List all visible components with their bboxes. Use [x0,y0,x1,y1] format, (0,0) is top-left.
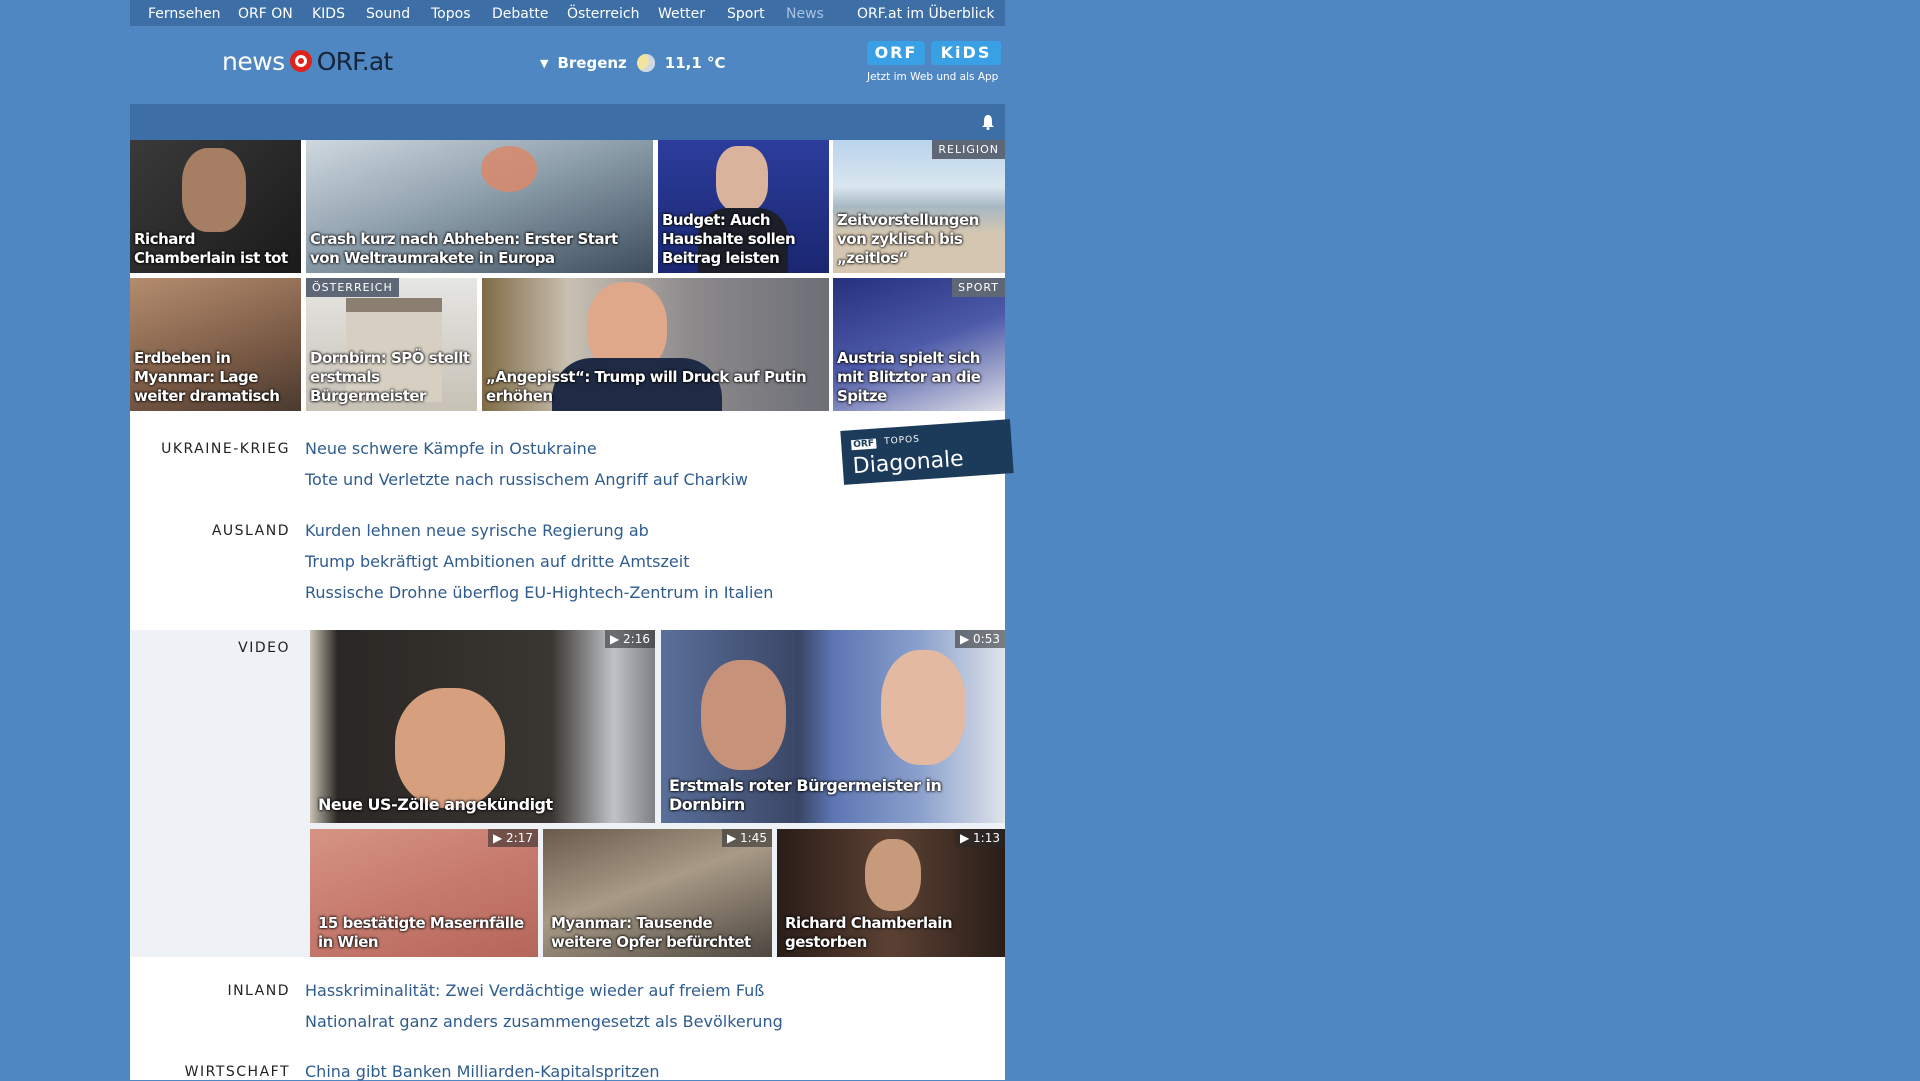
orf-logo: ORF [850,438,877,451]
caret-down-icon: ▼ [540,56,549,70]
kids-tagline: Jetzt im Web und als App [867,71,999,83]
headline-link[interactable]: China gibt Banken Milliarden-Kapitalspri… [305,1062,660,1081]
section-title: AUSLAND [211,523,290,539]
main-content: Richard Chamberlain ist tot Crash kurz n… [130,140,1014,1081]
explosion-image [481,146,537,192]
topos-label: TOPOS [883,434,921,447]
section-title: UKRAINE-KRIEG [161,441,290,457]
headline-link[interactable]: Kurden lehnen neue syrische Regierung ab [305,521,649,540]
headline-link[interactable]: Neue schwere Kämpfe in Ostukraine [305,439,597,458]
video-caption: 15 bestätigte Masernfälle in Wien [318,914,524,951]
portrait-image [865,839,921,911]
weather-city: Bregenz [557,54,627,72]
story-caption: „Angepisst“: Trump will Druck auf Putin … [486,368,807,405]
video-duration: ▶ 2:16 [605,630,655,648]
notification-bar [130,104,1005,140]
nav-oesterreich[interactable]: Österreich [567,6,639,22]
video-caption: Erstmals roter Bürgermeister in Dornbirn [669,776,942,814]
nav-topos[interactable]: Topos [431,6,470,22]
section-title: WIRTSCHAFT [184,1064,290,1080]
nav-orf-overview[interactable]: ORF.at im Überblick [857,6,994,22]
kids-badge: KiDS [931,41,1001,65]
nav-debatte[interactable]: Debatte [492,6,548,22]
story-tile[interactable]: Budget: Auch Haushalte sollen Beitrag le… [658,140,829,273]
orf-kids-promo[interactable]: ORF KiDS Jetzt im Web und als App [865,41,1005,91]
moon-cloud-icon [636,54,655,72]
video-duration: ▶ 1:13 [955,829,1005,847]
headline-link[interactable]: Russische Drohne überflog EU-Hightech-Ze… [305,583,773,602]
story-tile[interactable]: RELIGION Zeitvorstellungen von zyklisch … [833,140,1005,273]
video-tile[interactable]: ▶ 1:13 Richard Chamberlain gestorben [777,829,1005,957]
nav-news[interactable]: News [786,6,824,22]
video-tile[interactable]: ▶ 2:17 15 bestätigte Masernfälle in Wien [310,829,538,957]
top-navigation: Fernsehen ORF ON KIDS Sound Topos Debatt… [130,0,1005,26]
nav-orf-on[interactable]: ORF ON [238,6,293,22]
story-tile[interactable]: Erdbeben in Myanmar: Lage weiter dramati… [130,278,301,411]
category-label: ÖSTERREICH [306,278,399,297]
headline-link[interactable]: Trump bekräftigt Ambitionen auf dritte A… [305,552,689,571]
portrait-image [395,688,505,808]
nav-sound[interactable]: Sound [366,6,410,22]
diagonale-title: Diagonale [851,446,965,480]
story-caption: Budget: Auch Haushalte sollen Beitrag le… [662,211,796,267]
video-duration: ▶ 1:45 [722,829,772,847]
portrait-image [716,146,768,212]
site-header: news ORF.at ▼ Bregenz 11,1 °C ORF KiDS J… [130,26,1005,104]
portrait-image [182,148,246,232]
story-caption: Zeitvorstellungen von zyklisch bis „zeit… [837,211,979,267]
video-tile[interactable]: ▶ 2:16 Neue US-Zölle angekündigt [310,630,655,823]
section-title: INLAND [227,983,290,999]
nav-fernsehen[interactable]: Fernsehen [148,6,221,22]
headline-link[interactable]: Nationalrat ganz anders zusammengesetzt … [305,1012,783,1031]
story-caption: Dornbirn: SPÖ stellt erstmals Bürgermeis… [310,349,470,405]
story-tile[interactable]: Richard Chamberlain ist tot [130,140,301,273]
headline-link[interactable]: Hasskriminalität: Zwei Verdächtige wiede… [305,981,764,1000]
video-duration: ▶ 0:53 [955,630,1005,648]
video-caption: Neue US-Zölle angekündigt [318,795,553,814]
nav-wetter[interactable]: Wetter [658,6,705,22]
news-orf-logo[interactable]: news ORF.at [222,46,393,76]
category-label: RELIGION [932,140,1005,159]
page: Fernsehen ORF ON KIDS Sound Topos Debatt… [130,0,1014,1081]
video-tile[interactable]: ▶ 1:45 Myanmar: Tausende weitere Opfer b… [543,829,772,957]
logo-news-text: news [222,46,285,76]
video-caption: Richard Chamberlain gestorben [785,914,953,951]
orf-eye-icon [289,50,312,72]
video-tile[interactable]: ▶ 0:53 Erstmals roter Bürgermeister in D… [661,630,1005,823]
story-tile[interactable]: SPORT Austria spielt sich mit Blitztor a… [833,278,1005,411]
bell-icon[interactable] [981,114,995,130]
story-caption: Austria spielt sich mit Blitztor an die … [837,349,981,405]
category-label: SPORT [952,278,1005,297]
topos-diagonale-promo[interactable]: ORF TOPOS Diagonale [840,419,1014,485]
story-tile[interactable]: „Angepisst“: Trump will Druck auf Putin … [482,278,829,411]
portrait-image [701,660,786,770]
story-tile[interactable]: ÖSTERREICH Dornbirn: SPÖ stellt erstmals… [306,278,477,411]
section-title: VIDEO [238,640,290,656]
nav-sport[interactable]: Sport [727,6,765,22]
story-caption: Richard Chamberlain ist tot [134,230,288,267]
portrait-image [881,650,966,765]
logo-orfat-text: ORF.at [316,46,393,76]
story-caption: Erdbeben in Myanmar: Lage weiter dramati… [134,349,280,405]
nav-kids[interactable]: KIDS [312,6,345,22]
video-caption: Myanmar: Tausende weitere Opfer befürcht… [551,914,751,951]
story-tile[interactable]: Crash kurz nach Abheben: Erster Start vo… [306,140,653,273]
headline-link[interactable]: Tote und Verletzte nach russischem Angri… [305,470,748,489]
video-duration: ▶ 2:17 [488,829,538,847]
weather-widget[interactable]: ▼ Bregenz 11,1 °C [540,54,726,72]
video-section: VIDEO ▶ 2:16 Neue US-Zölle angekündigt ▶… [130,630,1005,957]
weather-temperature: 11,1 °C [664,54,726,72]
story-caption: Crash kurz nach Abheben: Erster Start vo… [310,230,618,267]
kids-orf-badge: ORF [867,41,925,65]
